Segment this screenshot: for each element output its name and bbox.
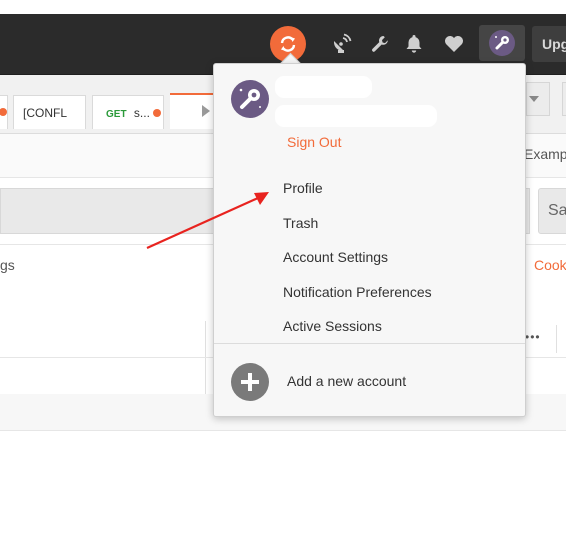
email-redacted bbox=[275, 105, 437, 127]
bell-icon bbox=[406, 35, 422, 53]
save-button[interactable]: Sa bbox=[538, 188, 566, 234]
add-account-label: Add a new account bbox=[287, 373, 407, 389]
upgrade-button[interactable]: Upg bbox=[532, 26, 566, 62]
menu-item-trash[interactable]: Trash bbox=[283, 214, 318, 232]
tab-label: [CONFL bbox=[23, 106, 68, 120]
avatar-icon bbox=[489, 30, 515, 56]
unsaved-dot bbox=[153, 109, 162, 117]
environment-dropdown[interactable] bbox=[526, 82, 550, 116]
wrench-icon bbox=[372, 36, 388, 52]
window-top-strip bbox=[0, 0, 566, 14]
tab-conflict[interactable]: [CONFL bbox=[13, 95, 86, 129]
annotation-arrow bbox=[146, 192, 269, 250]
caret-right-icon bbox=[202, 105, 210, 117]
menu-item-active-sessions[interactable]: Active Sessions bbox=[283, 317, 382, 335]
http-method-badge: GET bbox=[106, 109, 127, 120]
satellite-button[interactable] bbox=[323, 26, 359, 62]
chevron-down-icon bbox=[529, 96, 539, 102]
cookies-link[interactable]: Cook bbox=[534, 257, 566, 273]
account-avatar-button[interactable] bbox=[479, 25, 525, 61]
unsaved-dot bbox=[0, 108, 7, 116]
menu-divider bbox=[214, 343, 525, 344]
column-divider bbox=[205, 321, 206, 357]
sync-icon bbox=[280, 36, 296, 52]
sign-out-link[interactable]: Sign Out bbox=[287, 134, 341, 150]
menu-item-notification-preferences[interactable]: Notification Preferences bbox=[283, 283, 432, 301]
user-avatar-icon bbox=[231, 80, 269, 118]
plus-circle-icon bbox=[231, 363, 269, 401]
satellite-icon bbox=[333, 33, 352, 53]
heart-icon bbox=[445, 36, 463, 52]
more-options-button[interactable]: ••• bbox=[525, 330, 541, 344]
tab-active[interactable] bbox=[170, 93, 213, 129]
notifications-button[interactable] bbox=[396, 26, 432, 62]
menu-item-profile[interactable]: Profile bbox=[283, 179, 323, 197]
column-divider bbox=[205, 358, 206, 394]
tab-partial[interactable] bbox=[0, 95, 8, 129]
settings-tab[interactable]: gs bbox=[0, 257, 15, 273]
tab-label: s... bbox=[133, 106, 150, 120]
add-account-button[interactable]: Add a new account bbox=[231, 363, 471, 401]
environment-quick-look[interactable] bbox=[562, 82, 566, 116]
username-redacted bbox=[275, 76, 372, 98]
heart-button[interactable] bbox=[436, 26, 472, 62]
tab-get-request[interactable]: GET s... bbox=[92, 95, 164, 129]
menu-item-account-settings[interactable]: Account Settings bbox=[283, 248, 388, 266]
settings-wrench-button[interactable] bbox=[362, 26, 398, 62]
examples-link[interactable]: Examp bbox=[524, 146, 566, 162]
column-divider bbox=[556, 325, 557, 353]
